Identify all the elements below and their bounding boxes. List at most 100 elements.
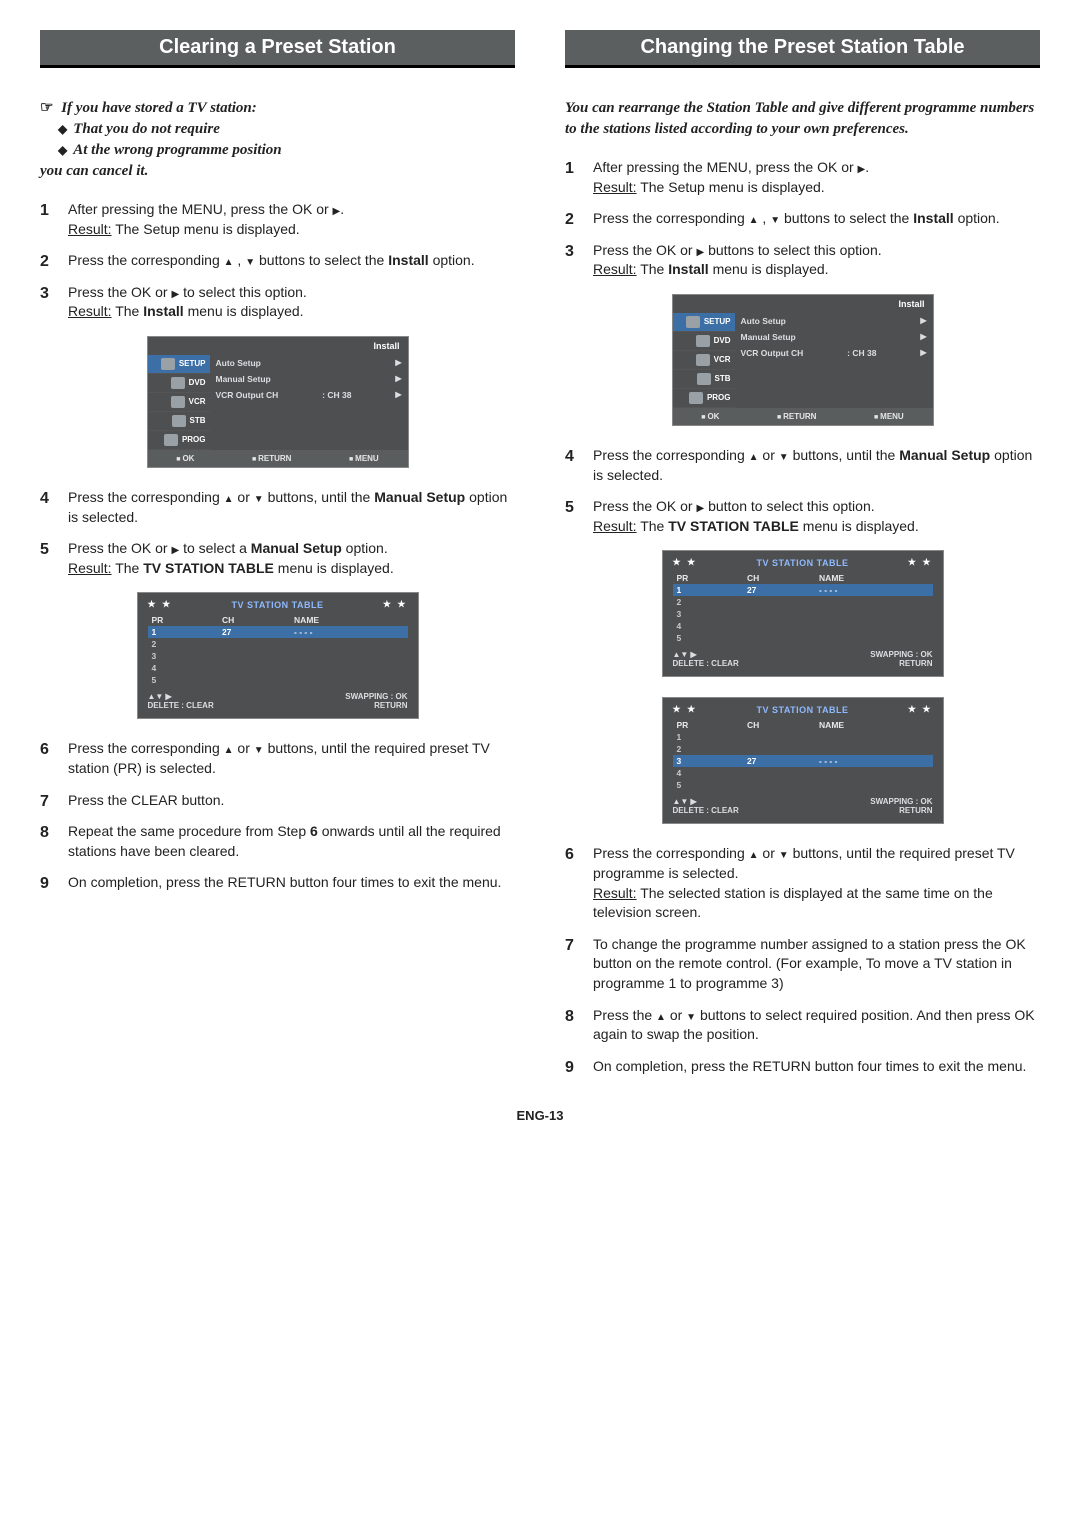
- table-row: 5: [148, 674, 408, 686]
- col-ch: CH: [218, 614, 290, 626]
- osd-ok: OK: [176, 454, 194, 463]
- osd-tab-setup: SETUP: [673, 313, 735, 332]
- cell: 2: [673, 596, 743, 608]
- label: DVD: [714, 336, 731, 345]
- osd-install-menu: Install SETUP DVD VCR STB PROG Auto Setu…: [147, 336, 409, 468]
- text: After pressing the MENU, press the OK or: [593, 159, 858, 175]
- table-row: 2: [148, 638, 408, 650]
- osd-tab-stb: STB: [148, 412, 210, 431]
- text: Press the OK or: [68, 284, 171, 300]
- text: option.: [342, 540, 388, 556]
- text: to select a: [179, 540, 251, 556]
- label: VCR Output CH: [741, 348, 804, 358]
- cell: 27: [218, 626, 290, 638]
- stars-icon: ★ ★: [908, 557, 933, 568]
- table-row: 1: [673, 731, 933, 743]
- station-table: PRCHNAME 127- - - - 2 3 4 5: [148, 614, 408, 686]
- label: VCR: [189, 397, 206, 406]
- dvd-icon: [696, 335, 710, 347]
- vcr-icon: [696, 354, 710, 366]
- osd-row: VCR Output CH: CH 38▶: [216, 387, 402, 403]
- prog-icon: [164, 434, 178, 446]
- osd-body: SETUP DVD VCR STB PROG Auto Setup▶ Manua…: [673, 313, 933, 408]
- bold: Install: [913, 210, 953, 226]
- col-name: NAME: [815, 719, 932, 731]
- cell: 27: [743, 755, 815, 767]
- label: PROG: [707, 393, 731, 402]
- text: .: [340, 201, 344, 217]
- osd-row: Auto Setup▶: [741, 313, 927, 329]
- nav-icons: ▲▼ ▶: [673, 650, 697, 659]
- label: VCR: [714, 355, 731, 364]
- osd-table-foot: ▲▼ ▶DELETE : CLEAR SWAPPING : OKRETURN: [148, 692, 408, 710]
- text: menu is displayed.: [709, 261, 829, 277]
- intro-line2: you can cancel it.: [40, 163, 148, 179]
- text: menu is displayed.: [274, 560, 394, 576]
- down-icon: [254, 489, 264, 505]
- text: menu is displayed.: [184, 303, 304, 319]
- value: : CH 38: [322, 390, 351, 400]
- osd-station-table-a: ★ ★ TV STATION TABLE ★ ★ PRCHNAME 127- -…: [662, 550, 944, 677]
- text: Press the corresponding: [593, 845, 749, 861]
- text: or: [234, 740, 254, 756]
- text: ,: [759, 210, 771, 226]
- chevron-right-icon: ▶: [920, 316, 926, 325]
- label: SETUP: [179, 359, 206, 368]
- text: Press the OK or: [593, 498, 696, 514]
- right-step-5: Press the OK or button to select this op…: [565, 497, 1040, 536]
- prog-icon: [689, 392, 703, 404]
- osd-table-title: TV STATION TABLE: [757, 558, 849, 568]
- cell: 2: [148, 638, 218, 650]
- bold: Install: [388, 252, 428, 268]
- text: buttons to select the: [255, 252, 388, 268]
- text: The Setup menu is displayed.: [112, 221, 300, 237]
- down-icon: [779, 447, 789, 463]
- osd-tab-stb: STB: [673, 370, 735, 389]
- text: buttons, until the: [789, 447, 900, 463]
- bold: Manual Setup: [899, 447, 990, 463]
- osd-station-table: ★ ★ TV STATION TABLE ★ ★ PRCHNAME 127- -…: [137, 592, 419, 719]
- osd-body: SETUP DVD VCR STB PROG Auto Setup▶ Manua…: [148, 355, 408, 450]
- up-icon: [656, 1007, 666, 1023]
- cell: 5: [148, 674, 218, 686]
- text: Press the OK or: [68, 540, 171, 556]
- osd-footer: OK RETURN MENU: [673, 408, 933, 425]
- cell: 2: [673, 743, 743, 755]
- down-icon: [254, 740, 264, 756]
- table-row: 2: [673, 743, 933, 755]
- text: Press the corresponding: [68, 740, 224, 756]
- table-row: 2: [673, 596, 933, 608]
- intro-line1: If you have stored a TV station:: [61, 100, 257, 116]
- left-step-5: Press the OK or to select a Manual Setup…: [40, 539, 515, 578]
- osd-row: Auto Setup▶: [216, 355, 402, 371]
- osd-table-foot: ▲▼ ▶DELETE : CLEAR SWAPPING : OKRETURN: [673, 650, 933, 668]
- label: Auto Setup: [216, 358, 261, 368]
- text: Press the: [593, 1007, 656, 1023]
- right-intro: You can rearrange the Station Table and …: [565, 98, 1040, 140]
- up-icon: [224, 740, 234, 756]
- text: The: [112, 560, 144, 576]
- chevron-right-icon: ▶: [395, 390, 401, 399]
- bold: TV STATION TABLE: [668, 518, 799, 534]
- delete-hint: DELETE : CLEAR: [148, 701, 214, 710]
- text: Press the OK or: [593, 242, 696, 258]
- label: Manual Setup: [741, 332, 796, 342]
- return-hint: RETURN: [899, 659, 932, 668]
- down-icon: [770, 210, 780, 226]
- col-name: NAME: [290, 614, 407, 626]
- result-label: Result:: [68, 560, 112, 576]
- table-row: 127- - - -: [148, 626, 408, 638]
- osd-table-title: TV STATION TABLE: [757, 705, 849, 715]
- down-icon: [245, 252, 255, 268]
- stb-icon: [172, 415, 186, 427]
- left-intro: ☞ If you have stored a TV station: That …: [40, 98, 515, 182]
- osd-menu: MENU: [874, 412, 904, 421]
- osd-station-table-b: ★ ★ TV STATION TABLE ★ ★ PRCHNAME 1 2 32…: [662, 697, 944, 824]
- text: menu is displayed.: [799, 518, 919, 534]
- chevron-right-icon: ▶: [920, 332, 926, 341]
- left-step-8: Repeat the same procedure from Step 6 on…: [40, 822, 515, 861]
- chevron-right-icon: ▶: [395, 374, 401, 383]
- table-row: 3: [673, 608, 933, 620]
- cell: 5: [673, 779, 743, 791]
- osd-table-head: ★ ★ TV STATION TABLE ★ ★: [673, 704, 933, 715]
